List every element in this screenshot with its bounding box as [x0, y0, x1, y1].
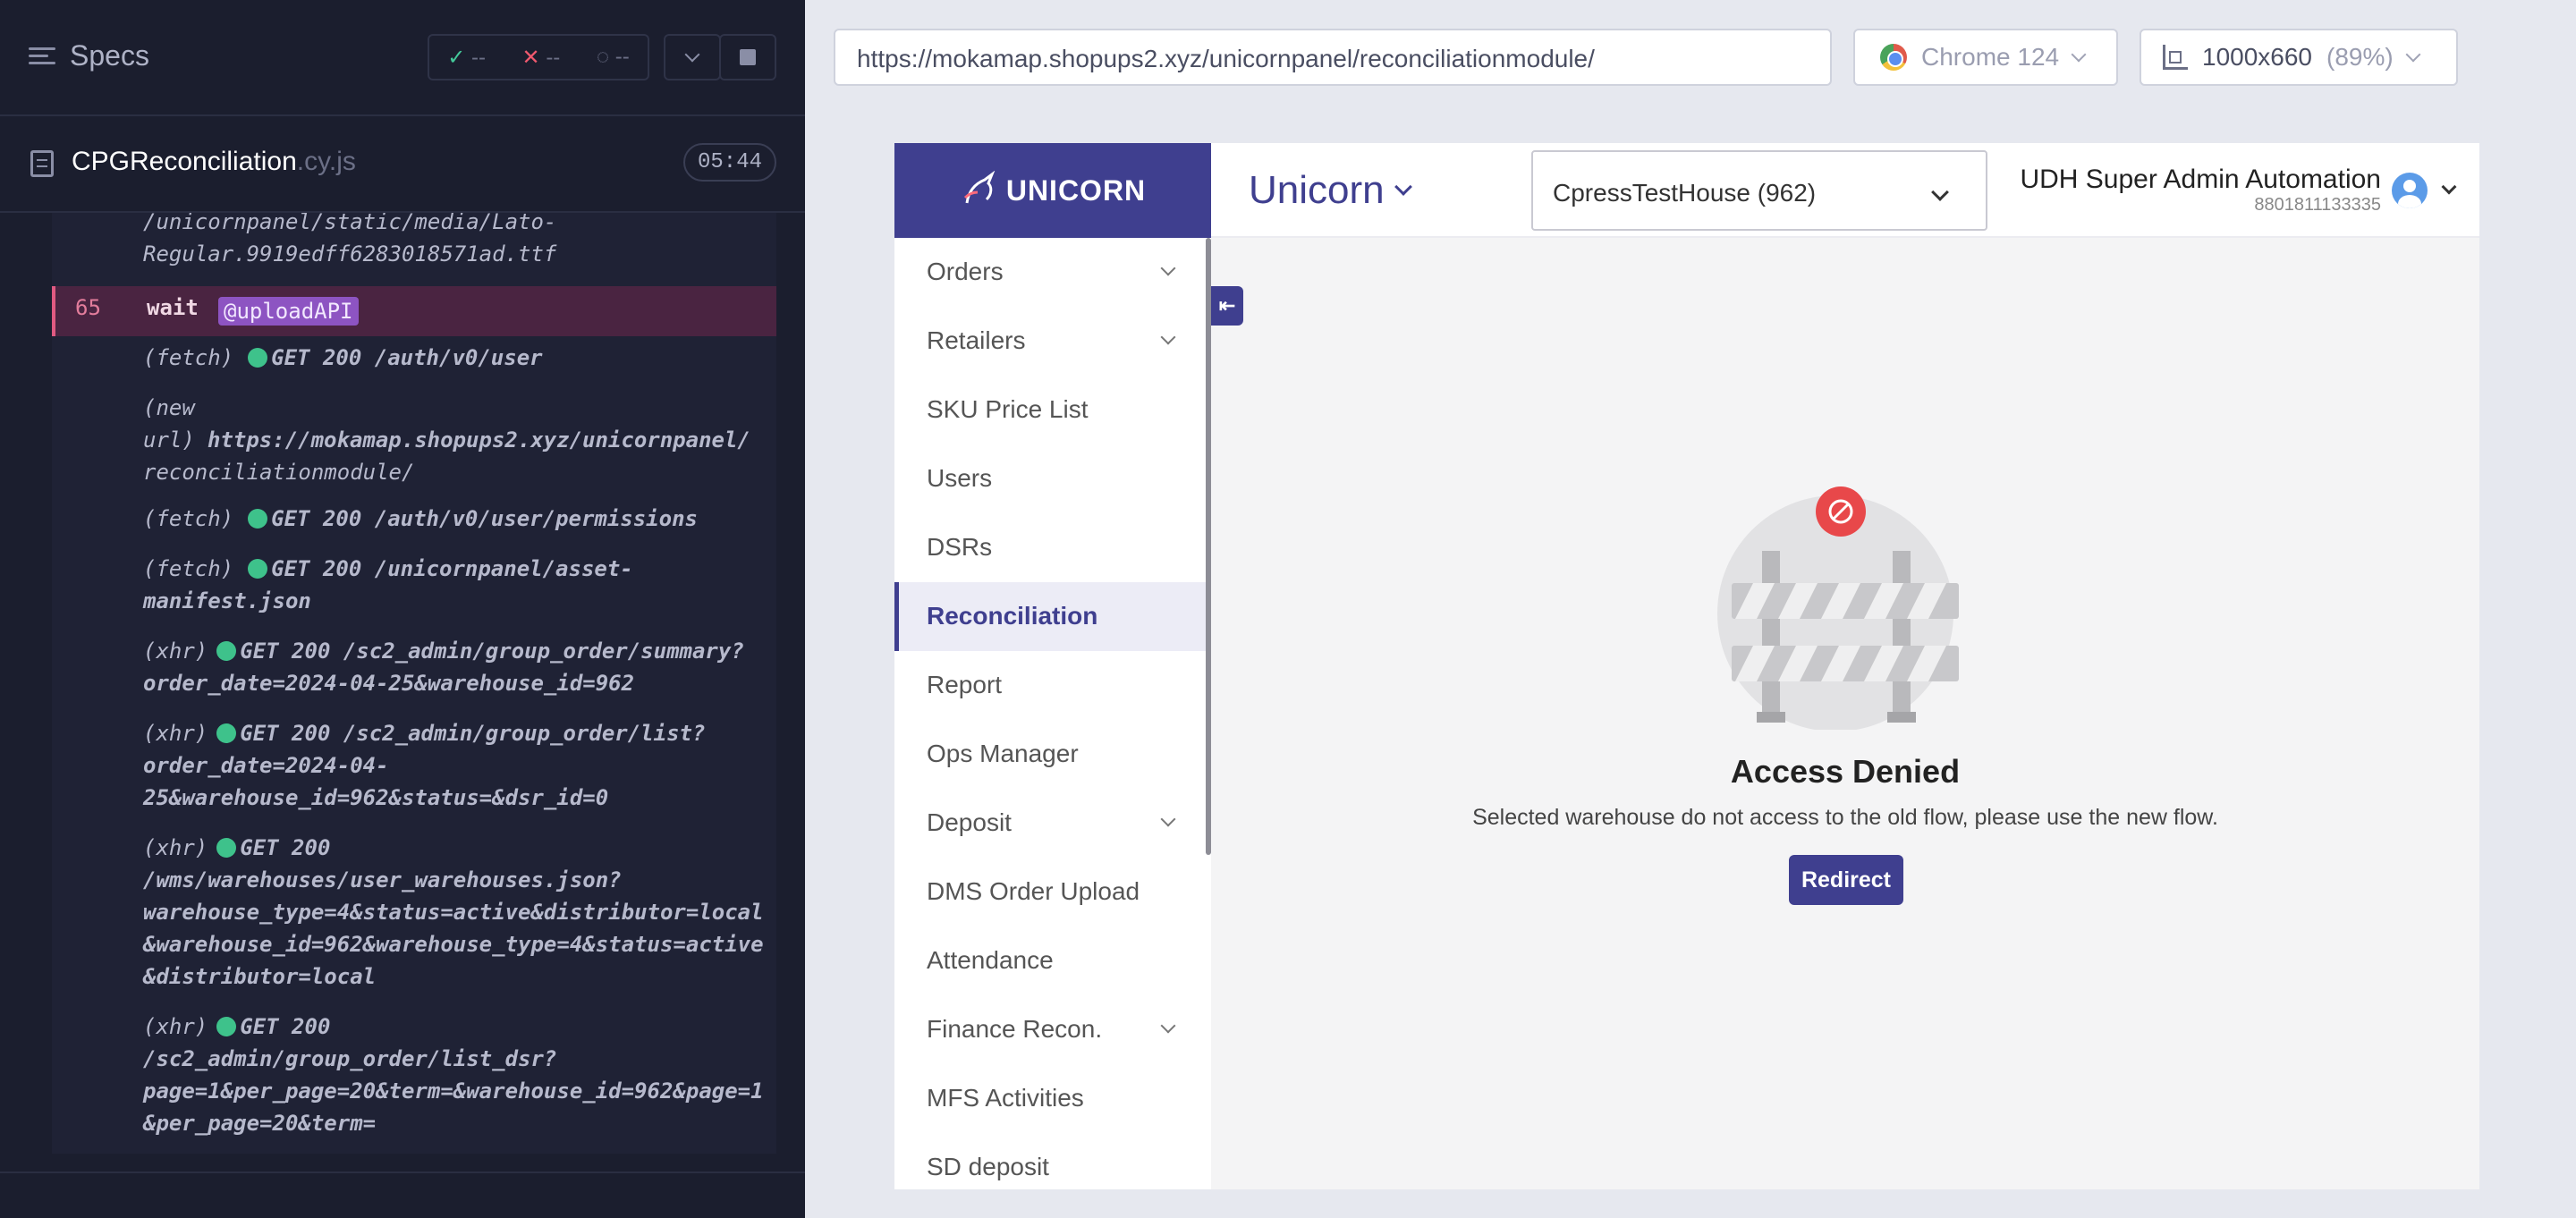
- chrome-icon: [1880, 44, 1907, 71]
- browser-selector[interactable]: Chrome 124: [1853, 29, 2118, 86]
- specs-title: Specs: [70, 39, 149, 72]
- chevron-down-icon: [1160, 329, 1176, 345]
- chevron-down-icon: [684, 47, 700, 63]
- unicorn-icon: [963, 171, 996, 204]
- access-denied-title: Access Denied: [1730, 753, 1961, 790]
- app-under-test-area: https://mokamap.shopups2.xyz/unicornpane…: [805, 0, 2576, 1218]
- test-duration: 05:44: [682, 143, 776, 182]
- status-dot: [248, 559, 268, 579]
- spec-file-header: CPGReconciliation.cy.js 05:44: [0, 116, 805, 213]
- barrier-illustration: [1717, 486, 1959, 730]
- specs-list-icon: [29, 46, 55, 67]
- chevron-down-icon: [2071, 47, 2087, 63]
- access-denied-message: Selected warehouse do not access to the …: [1472, 805, 2218, 830]
- log-entry-url: https://mokamap.shopups2.xyz/unicornpane…: [208, 427, 750, 453]
- x-icon: ✕: [521, 45, 540, 70]
- command-number: 65: [75, 295, 101, 320]
- specs-header: Specs ✓ -- ✕ -- ◌ --: [0, 0, 805, 116]
- test-stats: ✓ -- ✕ -- ◌ --: [428, 34, 649, 80]
- url-bar[interactable]: https://mokamap.shopups2.xyz/unicornpane…: [834, 29, 1832, 86]
- main-content: Access Denied Selected warehouse do not …: [1211, 238, 2479, 1189]
- failed-stat: ✕ --: [521, 45, 561, 70]
- chevron-down-icon: [1931, 183, 1949, 201]
- brand-selector[interactable]: Unicorn: [1249, 168, 1412, 213]
- brand-name: Unicorn: [1249, 168, 1385, 212]
- sidebar-item-sd-deposit[interactable]: SD deposit: [894, 1133, 1206, 1189]
- sidebar-item-report[interactable]: Report: [894, 651, 1206, 720]
- pending-stat: ◌ --: [596, 45, 630, 69]
- viewport-size: 1000x660: [2202, 43, 2313, 71]
- sidebar-item-reconciliation[interactable]: Reconciliation: [894, 582, 1206, 651]
- sidebar-item-ops-manager[interactable]: Ops Manager: [894, 720, 1206, 789]
- sidebar: Orders Retailers SKU Price List Users DS…: [894, 238, 1211, 1189]
- sidebar-item-finance-recon[interactable]: Finance Recon.: [894, 995, 1206, 1064]
- status-dot: [248, 348, 268, 368]
- ruler-icon: [2163, 45, 2188, 70]
- chevron-down-icon: [2441, 179, 2457, 194]
- log-entry[interactable]: (xhr) GET 200 /sc2_admin/group_order/summ…: [143, 635, 769, 699]
- stop-icon: [740, 49, 756, 65]
- user-phone: 8801811133335: [2254, 195, 2381, 215]
- redirect-button[interactable]: Redirect: [1789, 855, 1903, 905]
- log-entry[interactable]: (xhr) GET 200 /sc2_admin/group_order/list…: [143, 717, 769, 814]
- status-dot: [216, 1017, 237, 1036]
- log-entry[interactable]: (fetch) GET 200 /unicornpanel/asset- mani…: [143, 553, 769, 617]
- cypress-runner-panel: Specs ✓ -- ✕ -- ◌ -- CPGReconciliation.c…: [0, 0, 805, 1218]
- chevron-down-icon: [1160, 260, 1176, 276]
- log-line: /unicornpanel/static/media/Lato-: [143, 213, 557, 234]
- log-line: Regular.9919edff6283018571ad.ttf: [143, 241, 557, 266]
- chevron-down-icon: [1394, 178, 1412, 196]
- chevron-down-icon: [2405, 47, 2421, 63]
- browser-name: Chrome 124: [1921, 43, 2060, 71]
- sidebar-item-dms-order-upload[interactable]: DMS Order Upload: [894, 858, 1206, 926]
- viewport-zoom: (89%): [2326, 43, 2394, 71]
- sidebar-item-dsrs[interactable]: DSRs: [894, 513, 1206, 582]
- app-frame: UNICORN Unicorn CpressTestHouse (962) UD…: [894, 143, 2479, 1189]
- sidebar-item-users[interactable]: Users: [894, 444, 1206, 513]
- toggle-dropdown-button[interactable]: [664, 34, 721, 80]
- log-entry[interactable]: (fetch) GET 200 /auth/v0/user/permissions: [143, 503, 769, 535]
- log-entry[interactable]: (fetch) GET 200 /auth/v0/user: [143, 342, 769, 374]
- chevron-down-icon: [1160, 811, 1176, 827]
- spec-file-name[interactable]: CPGReconciliation.cy.js: [72, 147, 356, 177]
- warehouse-value: CpressTestHouse (962): [1553, 179, 1817, 207]
- document-icon: [30, 150, 54, 177]
- status-dot: [216, 723, 237, 743]
- unicorn-logo[interactable]: UNICORN: [894, 143, 1211, 238]
- log-entry[interactable]: (xhr) GET 200 /sc2_admin/group_order/list…: [143, 1011, 776, 1139]
- app-header: Unicorn CpressTestHouse (962) UDH Super …: [1211, 143, 2479, 238]
- sidebar-item-attendance[interactable]: Attendance: [894, 926, 1206, 995]
- sidebar-item-retailers[interactable]: Retailers: [894, 307, 1206, 376]
- log-entry[interactable]: (xhr) GET 200 /wms/warehouses/user_wareho…: [143, 832, 776, 993]
- stop-button[interactable]: [719, 34, 776, 80]
- status-dot: [216, 838, 237, 858]
- sidebar-item-sku-price-list[interactable]: SKU Price List: [894, 376, 1206, 444]
- sidebar-item-deposit[interactable]: Deposit: [894, 789, 1206, 858]
- status-dot: [248, 509, 268, 529]
- specs-toggle[interactable]: Specs: [29, 39, 149, 72]
- runner-footer: [0, 1171, 805, 1218]
- command-log: /unicornpanel/static/media/Lato- Regular…: [52, 213, 776, 1154]
- check-icon: ✓: [447, 45, 466, 70]
- sidebar-item-mfs-activities[interactable]: MFS Activities: [894, 1064, 1206, 1133]
- command-name: wait: [147, 295, 199, 320]
- log-entry-url: reconciliationmodule/: [143, 460, 415, 485]
- user-name: UDH Super Admin Automation: [2020, 165, 2381, 194]
- alias-badge: @uploadAPI: [218, 297, 359, 326]
- warehouse-select[interactable]: CpressTestHouse (962): [1531, 150, 1987, 231]
- viewport-selector[interactable]: 1000x660 (89%): [2140, 29, 2458, 86]
- wait-command-row[interactable]: 65 wait @uploadAPI: [52, 286, 776, 336]
- logo-text: UNICORN: [1005, 173, 1147, 207]
- passed-stat: ✓ --: [447, 45, 487, 70]
- sidebar-item-orders[interactable]: Orders: [894, 238, 1206, 307]
- user-avatar-icon: [2392, 172, 2428, 208]
- spinner-icon: ◌: [596, 45, 610, 69]
- user-menu[interactable]: UDH Super Admin Automation 8801811133335: [2020, 165, 2457, 216]
- status-dot: [216, 641, 237, 661]
- chevron-down-icon: [1160, 1018, 1176, 1034]
